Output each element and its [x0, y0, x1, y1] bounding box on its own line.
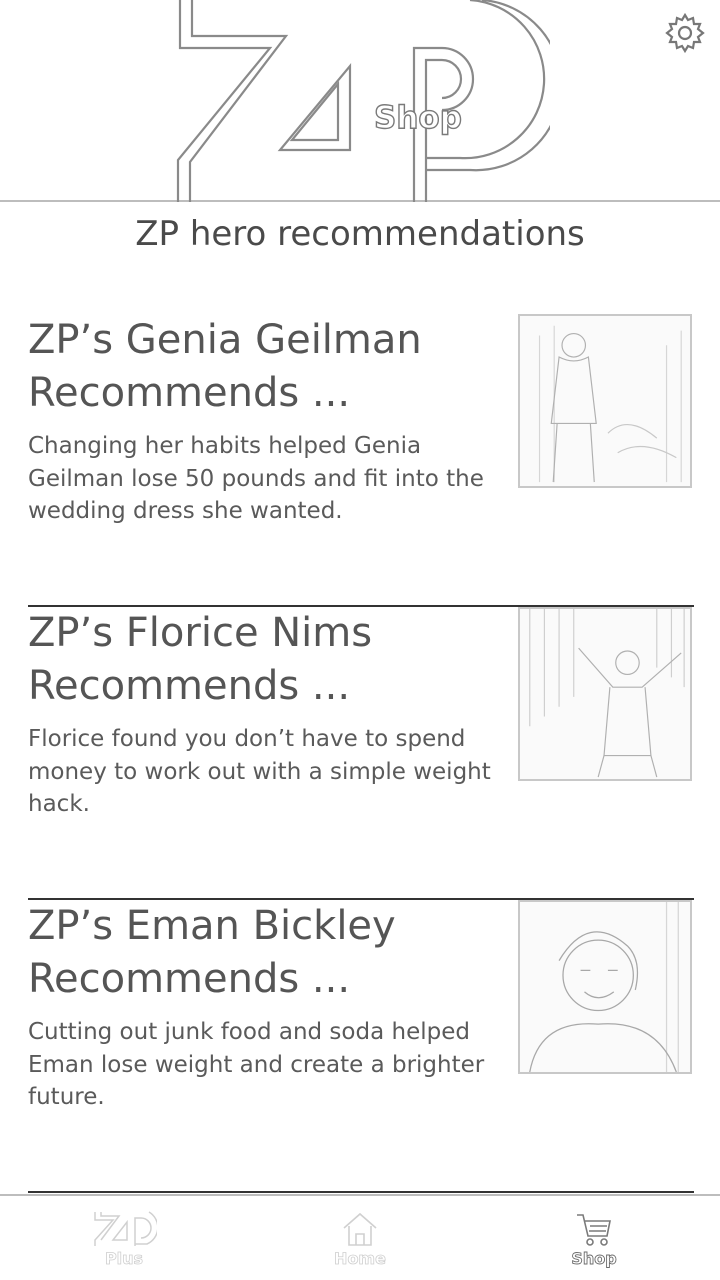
zp-shop-logo: Shop [170, 0, 563, 202]
card-description: Florice found you don’t have to spend mo… [28, 726, 491, 817]
card-title: ZP’s Florice Nims Recommends ... [28, 610, 373, 709]
card-description: Cutting out junk food and soda helped Em… [28, 1019, 485, 1110]
nav-label: Shop [571, 1249, 617, 1268]
page-title: ZP hero recommendations [135, 214, 585, 254]
cart-icon [577, 1214, 611, 1246]
hero-photo-thumbnail [518, 900, 692, 1074]
app-header: Shop [0, 0, 720, 202]
hero-card-florice[interactable]: ZP’s Florice Nims Recommends ... Florice… [28, 607, 694, 900]
hero-card-eman[interactable]: ZP’s Eman Bickley Recommends ... Cutting… [28, 900, 694, 1193]
nav-label: Plus [104, 1249, 144, 1268]
card-title: ZP’s Genia Geilman Recommends ... [28, 317, 422, 416]
nav-home[interactable]: Home [300, 1210, 420, 1276]
nav-plus[interactable]: Plus [64, 1210, 184, 1276]
hero-card-genia[interactable]: ZP’s Genia Geilman Recommends ... Changi… [28, 314, 694, 607]
home-icon [343, 1212, 377, 1246]
zp-logo-icon [94, 1211, 157, 1246]
nav-label: Home [334, 1249, 387, 1268]
bottom-navigation: Plus Home Shop [0, 1194, 720, 1280]
logo-shop-text: Shop [373, 99, 462, 136]
settings-gear-icon[interactable] [664, 12, 706, 54]
hero-photo-thumbnail [518, 607, 692, 781]
card-description: Changing her habits helped Genia Geilman… [28, 433, 484, 524]
nav-shop[interactable]: Shop [534, 1210, 654, 1276]
card-title: ZP’s Eman Bickley Recommends ... [28, 903, 396, 1002]
hero-photo-thumbnail [518, 314, 692, 488]
